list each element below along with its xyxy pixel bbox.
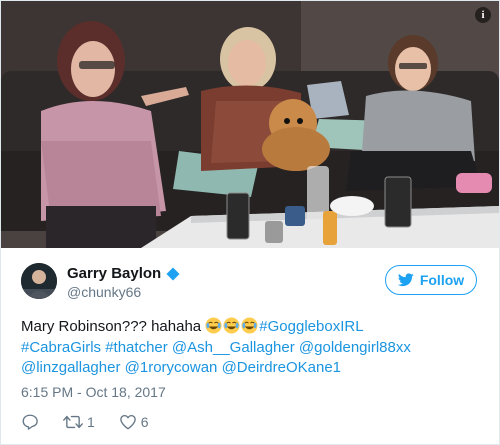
reply-button[interactable]	[21, 413, 39, 431]
tweet-photo[interactable]: i	[1, 1, 499, 248]
follow-label: Follow	[419, 272, 465, 288]
tweet-actions: 1 6	[21, 411, 173, 433]
tweet-card: i Garry Baylon @chunky66 Follow Mary Rob…	[0, 0, 500, 445]
author-name-text[interactable]: Garry Baylon	[67, 265, 161, 282]
photo-scene	[1, 1, 499, 248]
mention-link[interactable]: @goldengirl88xx	[299, 339, 411, 356]
hashtag-link[interactable]: #GoggleboxIRL	[259, 318, 363, 335]
hashtag-link[interactable]: #thatcher	[105, 339, 168, 356]
face-with-tears-of-joy-icon	[223, 317, 240, 334]
heart-icon	[119, 414, 136, 430]
follow-button[interactable]: Follow	[385, 265, 477, 295]
tweet-text-prefix: Mary Robinson??? hahaha	[21, 318, 206, 335]
tweet-author: Garry Baylon @chunky66 Follow	[21, 263, 481, 303]
author-name[interactable]: Garry Baylon	[67, 265, 180, 282]
like-count: 6	[140, 414, 149, 430]
avatar[interactable]	[21, 263, 57, 299]
tweet-text: Mary Robinson??? hahaha #GoggleboxIRL #C…	[21, 317, 481, 379]
mention-link[interactable]: @Ash__Gallagher	[172, 339, 295, 356]
verified-badge-icon	[166, 267, 180, 280]
reply-icon	[22, 414, 38, 430]
mention-link[interactable]: @DeirdreOKane1	[222, 359, 341, 376]
face-with-tears-of-joy-icon	[205, 317, 222, 334]
twitter-bird-icon	[397, 273, 414, 287]
retweet-button[interactable]: 1	[63, 413, 95, 431]
face-with-tears-of-joy-icon	[241, 317, 258, 334]
author-handle[interactable]: @chunky66	[67, 284, 141, 300]
info-icon[interactable]: i	[475, 7, 491, 23]
mention-link[interactable]: @1rorycowan	[125, 359, 218, 376]
retweet-icon	[63, 415, 83, 429]
like-button[interactable]: 6	[119, 413, 149, 431]
avatar-image	[21, 263, 57, 299]
mention-link[interactable]: @linzgallagher	[21, 359, 120, 376]
retweet-count: 1	[87, 414, 95, 430]
tweet-timestamp[interactable]: 6:15 PM - Oct 18, 2017	[21, 384, 166, 400]
hashtag-link[interactable]: #CabraGirls	[21, 339, 101, 356]
